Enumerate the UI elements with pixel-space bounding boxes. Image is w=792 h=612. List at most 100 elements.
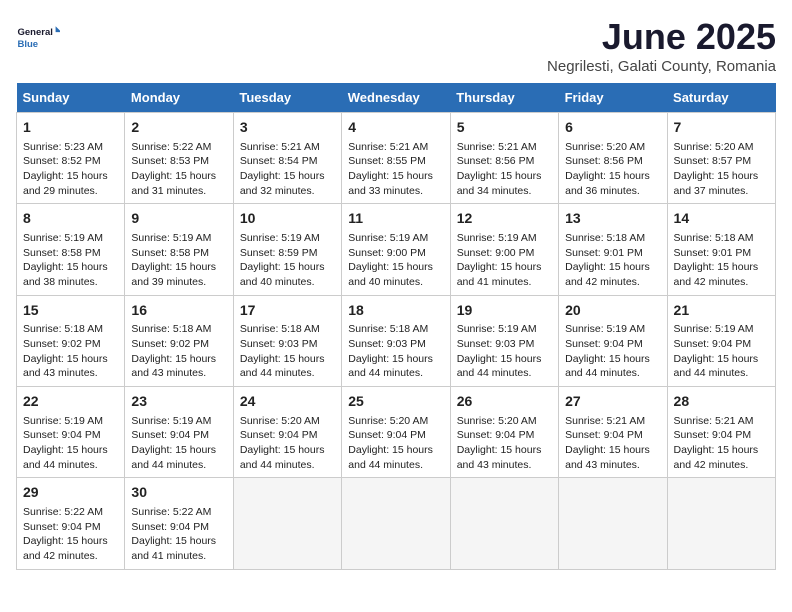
day-number: 21 <box>674 301 769 321</box>
day-info: Sunrise: 5:23 AM Sunset: 8:52 PM Dayligh… <box>23 140 118 199</box>
calendar-cell <box>667 478 775 569</box>
day-number: 2 <box>131 118 226 138</box>
logo: General Blue <box>16 16 60 60</box>
day-info: Sunrise: 5:20 AM Sunset: 8:57 PM Dayligh… <box>674 140 769 199</box>
day-number: 6 <box>565 118 660 138</box>
calendar-cell: 11Sunrise: 5:19 AM Sunset: 9:00 PM Dayli… <box>342 204 450 295</box>
calendar-cell: 13Sunrise: 5:18 AM Sunset: 9:01 PM Dayli… <box>559 204 667 295</box>
calendar-cell <box>342 478 450 569</box>
calendar-cell: 19Sunrise: 5:19 AM Sunset: 9:03 PM Dayli… <box>450 295 558 386</box>
weekday-header-wednesday: Wednesday <box>342 83 450 113</box>
calendar-cell: 17Sunrise: 5:18 AM Sunset: 9:03 PM Dayli… <box>233 295 341 386</box>
day-info: Sunrise: 5:19 AM Sunset: 9:04 PM Dayligh… <box>131 414 226 473</box>
day-info: Sunrise: 5:19 AM Sunset: 9:03 PM Dayligh… <box>457 322 552 381</box>
weekday-header-saturday: Saturday <box>667 83 775 113</box>
calendar-cell: 5Sunrise: 5:21 AM Sunset: 8:56 PM Daylig… <box>450 113 558 204</box>
calendar-cell: 22Sunrise: 5:19 AM Sunset: 9:04 PM Dayli… <box>17 387 125 478</box>
day-info: Sunrise: 5:22 AM Sunset: 8:53 PM Dayligh… <box>131 140 226 199</box>
location: Negrilesti, Galati County, Romania <box>547 58 776 75</box>
day-info: Sunrise: 5:19 AM Sunset: 9:00 PM Dayligh… <box>457 231 552 290</box>
day-number: 10 <box>240 209 335 229</box>
day-number: 17 <box>240 301 335 321</box>
day-info: Sunrise: 5:21 AM Sunset: 8:56 PM Dayligh… <box>457 140 552 199</box>
day-info: Sunrise: 5:18 AM Sunset: 9:01 PM Dayligh… <box>565 231 660 290</box>
day-number: 14 <box>674 209 769 229</box>
calendar-cell: 20Sunrise: 5:19 AM Sunset: 9:04 PM Dayli… <box>559 295 667 386</box>
calendar-cell: 26Sunrise: 5:20 AM Sunset: 9:04 PM Dayli… <box>450 387 558 478</box>
svg-text:General: General <box>17 27 52 38</box>
calendar-cell: 7Sunrise: 5:20 AM Sunset: 8:57 PM Daylig… <box>667 113 775 204</box>
day-number: 13 <box>565 209 660 229</box>
day-number: 20 <box>565 301 660 321</box>
day-number: 9 <box>131 209 226 229</box>
calendar-cell: 27Sunrise: 5:21 AM Sunset: 9:04 PM Dayli… <box>559 387 667 478</box>
calendar-cell: 25Sunrise: 5:20 AM Sunset: 9:04 PM Dayli… <box>342 387 450 478</box>
day-number: 1 <box>23 118 118 138</box>
calendar-cell <box>450 478 558 569</box>
calendar-cell: 29Sunrise: 5:22 AM Sunset: 9:04 PM Dayli… <box>17 478 125 569</box>
day-number: 19 <box>457 301 552 321</box>
day-number: 16 <box>131 301 226 321</box>
day-info: Sunrise: 5:18 AM Sunset: 9:02 PM Dayligh… <box>131 322 226 381</box>
calendar-cell: 12Sunrise: 5:19 AM Sunset: 9:00 PM Dayli… <box>450 204 558 295</box>
day-number: 5 <box>457 118 552 138</box>
day-info: Sunrise: 5:19 AM Sunset: 9:00 PM Dayligh… <box>348 231 443 290</box>
calendar-cell: 21Sunrise: 5:19 AM Sunset: 9:04 PM Dayli… <box>667 295 775 386</box>
calendar-cell: 8Sunrise: 5:19 AM Sunset: 8:58 PM Daylig… <box>17 204 125 295</box>
calendar-cell: 3Sunrise: 5:21 AM Sunset: 8:54 PM Daylig… <box>233 113 341 204</box>
day-info: Sunrise: 5:18 AM Sunset: 9:03 PM Dayligh… <box>240 322 335 381</box>
weekday-header-monday: Monday <box>125 83 233 113</box>
calendar-cell <box>233 478 341 569</box>
weekday-header-sunday: Sunday <box>17 83 125 113</box>
day-number: 28 <box>674 392 769 412</box>
weekday-header-friday: Friday <box>559 83 667 113</box>
day-number: 27 <box>565 392 660 412</box>
calendar-cell: 18Sunrise: 5:18 AM Sunset: 9:03 PM Dayli… <box>342 295 450 386</box>
calendar-cell: 1Sunrise: 5:23 AM Sunset: 8:52 PM Daylig… <box>17 113 125 204</box>
day-number: 22 <box>23 392 118 412</box>
day-number: 24 <box>240 392 335 412</box>
calendar-cell: 16Sunrise: 5:18 AM Sunset: 9:02 PM Dayli… <box>125 295 233 386</box>
day-info: Sunrise: 5:21 AM Sunset: 8:55 PM Dayligh… <box>348 140 443 199</box>
day-info: Sunrise: 5:19 AM Sunset: 8:58 PM Dayligh… <box>23 231 118 290</box>
weekday-header-tuesday: Tuesday <box>233 83 341 113</box>
svg-text:Blue: Blue <box>17 39 38 50</box>
calendar-cell: 6Sunrise: 5:20 AM Sunset: 8:56 PM Daylig… <box>559 113 667 204</box>
header: General Blue June 2025 Negrilesti, Galat… <box>16 16 776 75</box>
day-info: Sunrise: 5:19 AM Sunset: 9:04 PM Dayligh… <box>565 322 660 381</box>
calendar-cell: 30Sunrise: 5:22 AM Sunset: 9:04 PM Dayli… <box>125 478 233 569</box>
day-number: 3 <box>240 118 335 138</box>
day-info: Sunrise: 5:18 AM Sunset: 9:02 PM Dayligh… <box>23 322 118 381</box>
day-number: 12 <box>457 209 552 229</box>
day-info: Sunrise: 5:19 AM Sunset: 8:58 PM Dayligh… <box>131 231 226 290</box>
day-info: Sunrise: 5:18 AM Sunset: 9:01 PM Dayligh… <box>674 231 769 290</box>
day-info: Sunrise: 5:21 AM Sunset: 9:04 PM Dayligh… <box>674 414 769 473</box>
day-info: Sunrise: 5:20 AM Sunset: 8:56 PM Dayligh… <box>565 140 660 199</box>
day-number: 18 <box>348 301 443 321</box>
calendar-table: SundayMondayTuesdayWednesdayThursdayFrid… <box>16 83 776 570</box>
day-info: Sunrise: 5:22 AM Sunset: 9:04 PM Dayligh… <box>23 505 118 564</box>
day-number: 26 <box>457 392 552 412</box>
day-info: Sunrise: 5:21 AM Sunset: 8:54 PM Dayligh… <box>240 140 335 199</box>
calendar-cell: 15Sunrise: 5:18 AM Sunset: 9:02 PM Dayli… <box>17 295 125 386</box>
day-info: Sunrise: 5:21 AM Sunset: 9:04 PM Dayligh… <box>565 414 660 473</box>
day-number: 23 <box>131 392 226 412</box>
calendar-cell: 28Sunrise: 5:21 AM Sunset: 9:04 PM Dayli… <box>667 387 775 478</box>
day-number: 30 <box>131 483 226 503</box>
day-info: Sunrise: 5:20 AM Sunset: 9:04 PM Dayligh… <box>348 414 443 473</box>
day-info: Sunrise: 5:20 AM Sunset: 9:04 PM Dayligh… <box>240 414 335 473</box>
day-info: Sunrise: 5:18 AM Sunset: 9:03 PM Dayligh… <box>348 322 443 381</box>
calendar-cell: 14Sunrise: 5:18 AM Sunset: 9:01 PM Dayli… <box>667 204 775 295</box>
calendar-cell: 4Sunrise: 5:21 AM Sunset: 8:55 PM Daylig… <box>342 113 450 204</box>
title-area: June 2025 Negrilesti, Galati County, Rom… <box>547 16 776 75</box>
day-info: Sunrise: 5:19 AM Sunset: 9:04 PM Dayligh… <box>674 322 769 381</box>
calendar-cell <box>559 478 667 569</box>
calendar-cell: 9Sunrise: 5:19 AM Sunset: 8:58 PM Daylig… <box>125 204 233 295</box>
calendar-cell: 23Sunrise: 5:19 AM Sunset: 9:04 PM Dayli… <box>125 387 233 478</box>
day-info: Sunrise: 5:22 AM Sunset: 9:04 PM Dayligh… <box>131 505 226 564</box>
weekday-header-thursday: Thursday <box>450 83 558 113</box>
day-info: Sunrise: 5:19 AM Sunset: 8:59 PM Dayligh… <box>240 231 335 290</box>
day-number: 15 <box>23 301 118 321</box>
calendar-cell: 24Sunrise: 5:20 AM Sunset: 9:04 PM Dayli… <box>233 387 341 478</box>
logo-svg: General Blue <box>16 16 60 60</box>
